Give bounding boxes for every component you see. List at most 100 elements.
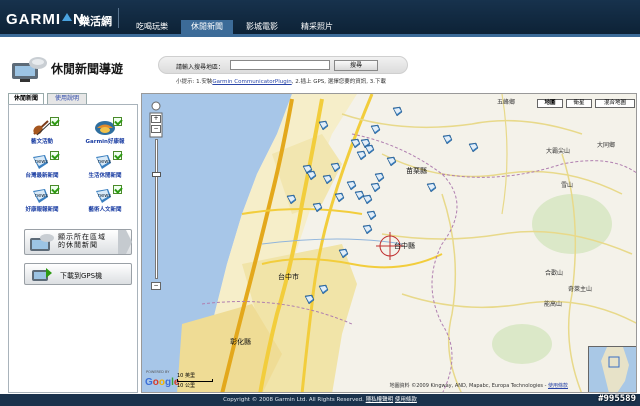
news-pin-marker[interactable] — [330, 158, 341, 173]
place-label: 奇萊主山 — [568, 286, 593, 293]
category-garmin-deals-checkbox[interactable] — [113, 117, 122, 126]
category-leisure-news-label: 生活休閒新聞 — [88, 173, 122, 179]
news-pin-icon — [362, 194, 373, 205]
category-leisure-news-checkbox[interactable] — [113, 151, 122, 160]
zoom-slider-track[interactable] — [155, 139, 158, 279]
nav-item-movies[interactable]: 影城電影 — [236, 20, 288, 34]
google-logo[interactable]: Google — [145, 377, 179, 388]
category-culture-news-checkbox[interactable] — [113, 185, 122, 194]
news-pin-icon — [304, 294, 315, 305]
news-pin-icon — [318, 120, 329, 131]
news-pin-marker[interactable] — [442, 130, 453, 145]
tip-text: 小提示: 1.安裝Garmin CommunicatorPlugin, 2.插上… — [176, 77, 386, 85]
zoom-in-button[interactable]: + — [151, 115, 161, 123]
nav-underline — [0, 34, 640, 37]
news-pin-icon — [386, 156, 397, 167]
site-name: 樂活網 — [79, 15, 112, 28]
search-input[interactable] — [230, 60, 330, 70]
news-pin-marker[interactable] — [318, 116, 329, 131]
maptype-map-button[interactable]: 地圖 — [537, 99, 563, 108]
category-panel: 藝文活動 Garmin好康報 news 台灣最新新聞 news 生活休閒新聞 n… — [8, 104, 138, 393]
news-pin-icon — [392, 106, 403, 117]
news-pin-icon — [306, 170, 317, 181]
show-area-label: 顯示所在區域 的休閒新聞 — [58, 233, 106, 249]
news-pin-icon — [468, 142, 479, 153]
news-pin-icon — [318, 284, 329, 295]
download-gps-button[interactable]: 下載到GPS機 — [24, 263, 132, 285]
news-pin-icon — [442, 134, 453, 145]
news-pin-marker[interactable] — [350, 134, 361, 149]
footer-terms-link[interactable]: 使用條款 — [395, 397, 417, 403]
map-view[interactable]: + − − 地圖 衛星 混合地圖 五峰鄉 大同鄉 苗栗縣 大霸尖山 雪山 台中縣… — [141, 93, 637, 393]
logo-triangle-icon — [62, 13, 72, 21]
news-pin-marker[interactable] — [304, 290, 315, 305]
news-pin-marker[interactable] — [366, 206, 377, 221]
overview-map[interactable] — [588, 346, 636, 392]
scale-km: 10 公里 — [177, 383, 195, 389]
nav-item-news[interactable]: 休閒新聞 — [181, 20, 233, 34]
news-pin-icon — [426, 182, 437, 193]
scale-miles: 10 英里 — [177, 373, 195, 379]
category-taiwan-news[interactable]: news 台灣最新新聞 — [12, 151, 72, 183]
category-arts[interactable]: 藝文活動 — [12, 117, 72, 149]
news-pin-icon — [362, 224, 373, 235]
news-pin-marker[interactable] — [362, 220, 373, 235]
category-taiwan-news-checkbox[interactable] — [50, 151, 59, 160]
news-pin-marker[interactable] — [370, 120, 381, 135]
svg-text:news: news — [35, 193, 48, 199]
arrow-right-icon — [118, 230, 132, 254]
place-label: 合歡山 — [545, 270, 564, 277]
plugin-link[interactable]: Garmin CommunicatorPlugin — [212, 79, 291, 85]
category-leisure-news[interactable]: news 生活休閒新聞 — [75, 151, 135, 183]
category-culture-news[interactable]: news 藝術人文新聞 — [75, 185, 135, 217]
powered-by-label: POWERED BY — [146, 370, 170, 374]
news-pin-icon — [312, 202, 323, 213]
footer-copyright: Copyright © 2008 Garmin Ltd. All Rights … — [223, 397, 364, 403]
nav-item-photos[interactable]: 精采照片 — [291, 20, 343, 34]
news-pin-marker[interactable] — [392, 102, 403, 117]
zoom-out-button[interactable]: − — [151, 282, 161, 290]
news-pin-icon — [330, 162, 341, 173]
footer-privacy-link[interactable]: 隱私權聲明 — [366, 397, 394, 403]
zoom-out-small-button[interactable]: − — [151, 125, 161, 133]
watermark-id: #995589 — [598, 394, 636, 404]
category-deal-news[interactable]: news 好康報報新聞 — [12, 185, 72, 217]
category-garmin-deals[interactable]: Garmin好康報 — [75, 117, 135, 149]
garmin-logo[interactable]: GARMI N. — [6, 11, 90, 28]
search-button[interactable]: 搜尋 — [334, 60, 378, 71]
news-pin-marker[interactable] — [312, 198, 323, 213]
footer: Copyright © 2008 Garmin Ltd. All Rights … — [0, 394, 640, 406]
news-pin-marker[interactable] — [426, 178, 437, 193]
zoom-slider-handle[interactable] — [152, 172, 161, 177]
news-pin-marker[interactable] — [468, 138, 479, 153]
news-pin-marker[interactable] — [334, 188, 345, 203]
news-pin-marker[interactable] — [306, 166, 317, 181]
news-pin-icon — [334, 192, 345, 203]
tab-news[interactable]: 休閒新聞 — [8, 93, 44, 104]
news-pin-marker[interactable] — [318, 280, 329, 295]
show-area-news-button[interactable]: 顯示所在區域 的休閒新聞 — [24, 229, 132, 255]
category-arts-label: 藝文活動 — [30, 139, 53, 145]
news-pin-icon — [370, 182, 381, 193]
news-pin-marker[interactable] — [386, 152, 397, 167]
news-pin-icon — [370, 124, 381, 135]
news-pin-marker[interactable] — [356, 146, 367, 161]
maptype-satellite-button[interactable]: 衛星 — [566, 99, 592, 108]
place-label: 苗栗縣 — [406, 167, 427, 175]
map-terms-link[interactable]: 使用條款 — [548, 383, 568, 389]
category-deal-news-checkbox[interactable] — [50, 185, 59, 194]
category-arts-checkbox[interactable] — [50, 117, 59, 126]
news-pin-marker[interactable] — [286, 190, 297, 205]
news-pin-marker[interactable] — [338, 244, 349, 259]
place-label: 能高山 — [544, 301, 563, 308]
nav-item-food[interactable]: 吃喝玩樂 — [126, 20, 178, 34]
category-garmin-deals-label: Garmin好康報 — [85, 139, 125, 145]
logo-text-left: GARMI — [6, 11, 61, 28]
page-title: 休閒新聞導遊 — [51, 62, 124, 76]
tab-help[interactable]: 使用說明 — [47, 93, 87, 104]
news-pin-marker[interactable] — [370, 178, 381, 193]
place-label: 大霸尖山 — [546, 148, 571, 155]
svg-text:news: news — [35, 159, 48, 165]
map-attribution: 地圖資料 ©2009 Kingway, AND, Mapabc, Europa … — [390, 382, 568, 389]
maptype-hybrid-button[interactable]: 混合地圖 — [595, 99, 635, 108]
